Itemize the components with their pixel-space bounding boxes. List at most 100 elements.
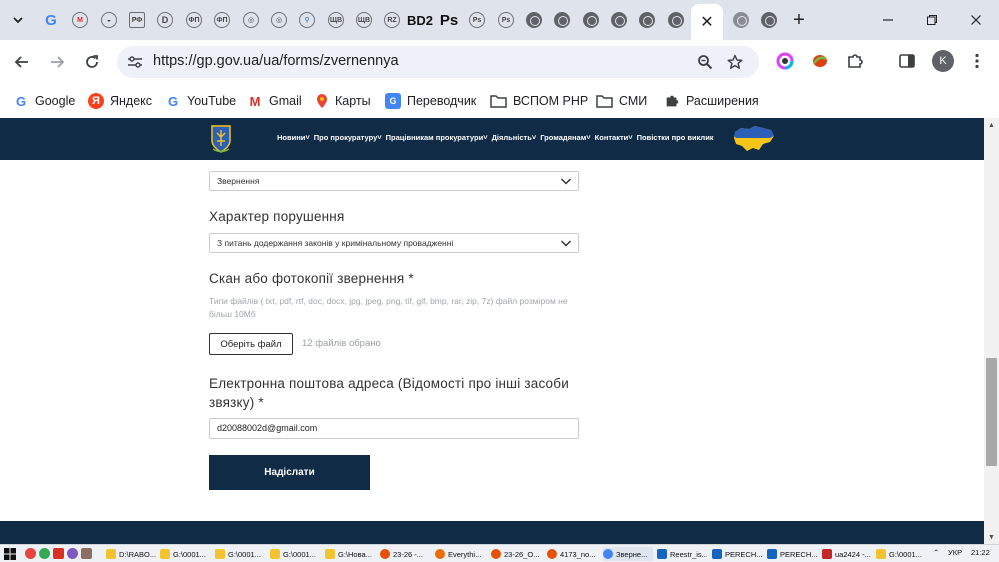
folder-icon — [876, 549, 886, 559]
close-icon[interactable]: ✕ — [700, 12, 713, 32]
nav-item-summons[interactable]: Повістки про виклик — [637, 133, 714, 142]
tab-site[interactable]: ◎ — [240, 9, 262, 31]
url-text[interactable]: https://gp.gov.ua/ua/forms/zvernennya — [153, 53, 399, 69]
scroll-down-arrow-icon[interactable]: ▼ — [984, 530, 999, 544]
tab-site[interactable]: D — [154, 9, 176, 31]
tab-site[interactable]: RZ — [381, 9, 403, 31]
taskbar-item[interactable]: 23-26 -... — [380, 547, 430, 561]
tab-site[interactable]: Ps — [495, 9, 517, 31]
nav-item-activity[interactable]: Діяльність˅ — [492, 133, 537, 142]
nav-item-citizens[interactable]: Громадянам˅ — [540, 133, 590, 142]
choose-file-button[interactable]: Оберіть файл — [209, 333, 293, 355]
extension-color-button[interactable] — [775, 51, 795, 71]
site-settings-icon[interactable] — [126, 53, 144, 71]
tab-chrome[interactable] — [608, 9, 630, 31]
appeal-type-select[interactable]: Звернення — [209, 171, 579, 191]
tab-site[interactable]: ФП — [183, 9, 205, 31]
taskbar-item[interactable]: G:\0001... — [160, 547, 210, 561]
taskbar-item[interactable]: Everythi... — [435, 547, 487, 561]
chrome-pinned-icon[interactable] — [25, 548, 36, 559]
tab-search-button[interactable] — [6, 8, 30, 32]
app-pinned-icon[interactable] — [81, 548, 92, 559]
tab-ps[interactable]: Ps — [438, 9, 460, 31]
tab-chrome[interactable] — [551, 9, 573, 31]
tab-chrome[interactable] — [665, 9, 687, 31]
tab-site[interactable]: ЩВ — [353, 9, 375, 31]
extension-ball-button[interactable] — [810, 51, 830, 71]
nav-item-about[interactable]: Про прокуратуру˅ — [314, 133, 382, 142]
tab-site[interactable]: РФ — [126, 9, 148, 31]
ukraine-map-icon[interactable] — [733, 124, 775, 154]
bookmark-youtube[interactable]: G YouTube — [165, 90, 236, 112]
email-field[interactable]: d20088002d@gmail.com — [209, 418, 579, 439]
extensions-button[interactable] — [845, 51, 865, 71]
tab-gmail[interactable]: M — [69, 9, 91, 31]
minimize-button[interactable] — [876, 8, 900, 32]
taskbar-item[interactable]: G:\0001... — [876, 547, 926, 561]
menu-button[interactable] — [967, 51, 987, 71]
bookmark-star-button[interactable] — [725, 52, 745, 72]
taskbar-item-active[interactable]: Зверне... — [603, 547, 653, 561]
bookmark-yandex[interactable]: Я Яндекс — [88, 90, 152, 112]
tab-site[interactable]: ◒ — [98, 9, 120, 31]
zoom-button[interactable] — [695, 52, 715, 72]
nav-item-news[interactable]: Новини˅ — [277, 133, 310, 142]
address-bar[interactable]: https://gp.gov.ua/ua/forms/zvernennya — [117, 46, 759, 78]
tab-chrome[interactable] — [636, 9, 658, 31]
taskbar-item[interactable]: D:\RABO... — [106, 547, 156, 561]
bookmark-folder-vspom[interactable]: ВСПОМ РНР — [490, 90, 588, 112]
bookmark-google[interactable]: G Google — [13, 90, 75, 112]
taskbar-item[interactable]: ua2424 -... — [822, 547, 872, 561]
side-panel-icon — [899, 54, 915, 68]
tab-site[interactable]: ЩВ — [325, 9, 347, 31]
active-tab[interactable]: ✕ — [691, 4, 723, 40]
submit-button[interactable]: Надіслати — [209, 455, 370, 490]
bookmark-translate[interactable]: G Переводчик — [385, 90, 476, 112]
back-button[interactable] — [10, 50, 34, 74]
taskbar-item[interactable]: 23-26_O... — [491, 547, 543, 561]
page-scrollbar[interactable]: ▲ ▼ — [984, 118, 999, 544]
tray-chevron-up-icon[interactable]: ⌃ — [933, 548, 939, 557]
taskbar-item[interactable]: PERECH... — [712, 547, 762, 561]
tab-site[interactable]: ФП — [211, 9, 233, 31]
tab-site[interactable]: ⚲ — [296, 9, 318, 31]
taskbar-item[interactable]: 4173_no... — [547, 547, 599, 561]
site-footer — [0, 521, 984, 544]
tab-google[interactable]: G — [40, 9, 62, 31]
reload-button[interactable] — [80, 50, 104, 74]
tab-bd2[interactable]: BD2 — [407, 9, 433, 31]
close-window-button[interactable] — [964, 8, 988, 32]
taskbar-item[interactable]: Reestr_is... — [657, 547, 707, 561]
violation-select[interactable]: З питань додержання законів у кримінальн… — [209, 233, 579, 253]
side-panel-button[interactable] — [897, 51, 917, 71]
taskbar-item[interactable]: G:\0001... — [215, 547, 265, 561]
taskbar-item[interactable]: G:\Нова... — [325, 547, 375, 561]
nav-item-staff[interactable]: Працівникам прокуратури˅ — [386, 133, 488, 142]
restore-button[interactable] — [920, 8, 944, 32]
app-pinned-icon[interactable] — [53, 548, 64, 559]
tab-chrome[interactable] — [580, 9, 602, 31]
profile-avatar[interactable]: K — [932, 50, 954, 72]
tab-chrome[interactable] — [758, 9, 780, 31]
bookmark-gmail[interactable]: M Gmail — [247, 90, 302, 112]
tab-chrome[interactable] — [730, 9, 752, 31]
bookmark-folder-smi[interactable]: СМИ — [596, 90, 647, 112]
nav-item-contacts[interactable]: Контакти˅ — [595, 133, 633, 142]
taskbar-item[interactable]: G:\0001... — [270, 547, 320, 561]
bookmark-maps[interactable]: Карты — [315, 90, 371, 112]
forward-button[interactable] — [45, 50, 69, 74]
keyboard-language[interactable]: УКР — [948, 548, 962, 557]
clock[interactable]: 21:22 — [971, 548, 990, 557]
new-tab-button[interactable]: + — [788, 9, 810, 31]
tab-site[interactable]: ◎ — [268, 9, 290, 31]
app-pinned-icon[interactable] — [67, 548, 78, 559]
scroll-up-arrow-icon[interactable]: ▲ — [984, 118, 999, 132]
taskbar-item[interactable]: PERECH... — [767, 547, 817, 561]
scroll-thumb[interactable] — [986, 358, 997, 466]
tab-chrome[interactable] — [523, 9, 545, 31]
prosecutor-emblem-icon[interactable] — [209, 123, 233, 155]
chrome-pinned-icon[interactable] — [39, 548, 50, 559]
bookmark-extensions[interactable]: Расширения — [664, 90, 759, 112]
tab-site[interactable]: Ps — [466, 9, 488, 31]
windows-start-icon[interactable] — [4, 548, 16, 560]
